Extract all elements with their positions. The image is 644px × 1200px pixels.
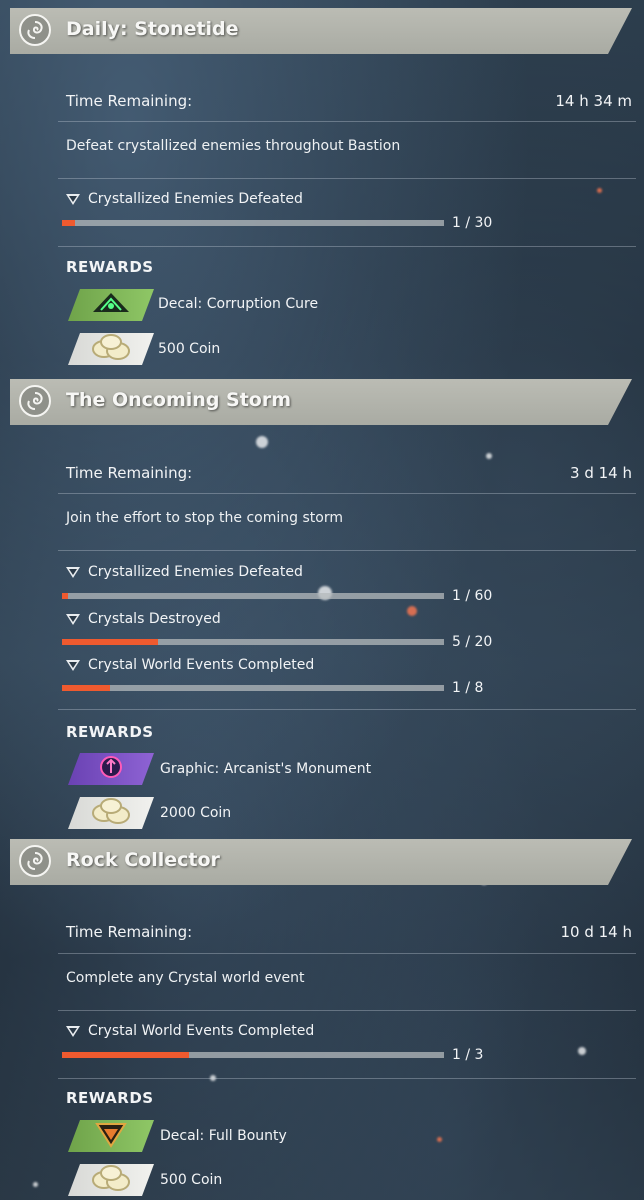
divider [58, 709, 636, 710]
progress-fill [62, 593, 69, 599]
divider [58, 246, 636, 247]
quest-title: Daily: Stonetide [66, 18, 239, 40]
quest-card-daily-stonetide: Daily: Stonetide Time Remaining: 14 h 34… [0, 0, 644, 372]
reward-label: 500 Coin [160, 1172, 223, 1188]
objective-label: Crystals Destroyed [66, 611, 221, 627]
objective-text: Crystals Destroyed [88, 611, 221, 627]
quest-title: Rock Collector [66, 849, 220, 871]
objective-label: Crystallized Enemies Defeated [66, 191, 303, 207]
divider [58, 1010, 636, 1011]
objective-progress-bar [62, 685, 444, 691]
reward-chip[interactable] [68, 797, 154, 829]
triangle-down-icon [66, 566, 80, 578]
reward-chip[interactable] [68, 753, 154, 785]
time-remaining-label: Time Remaining: [66, 923, 193, 941]
progress-fill [62, 685, 110, 691]
objective-text: Crystal World Events Completed [88, 1023, 315, 1039]
objective-label: Crystallized Enemies Defeated [66, 564, 303, 580]
progress-fill [62, 639, 158, 645]
swirl-icon [19, 845, 51, 877]
time-remaining-value: 10 d 14 h [560, 923, 632, 941]
triangle-down-icon [66, 659, 80, 671]
reward-label: Decal: Corruption Cure [158, 296, 319, 312]
decal-full-bounty-icon [91, 1120, 131, 1152]
objective-label: Crystal World Events Completed [66, 1023, 314, 1039]
quest-description: Join the effort to stop the coming storm [66, 510, 343, 526]
time-remaining-value: 3 d 14 h [570, 464, 632, 482]
objective-text: Crystallized Enemies Defeated [88, 564, 303, 580]
quest-description: Complete any Crystal world event [66, 970, 305, 986]
objective-count: 1 / 60 [452, 588, 493, 604]
objective-progress-bar [62, 593, 444, 599]
quest-title-banner[interactable]: Daily: Stonetide [10, 8, 632, 54]
time-remaining-label: Time Remaining: [66, 464, 193, 482]
reward-chip[interactable] [68, 289, 154, 321]
reward-label: Graphic: Arcanist's Monument [160, 761, 372, 777]
rewards-heading: REWARDS [66, 1089, 154, 1107]
triangle-down-icon [66, 193, 80, 205]
objective-text: Crystal World Events Completed [88, 657, 315, 673]
progress-fill [62, 1052, 190, 1058]
quest-card-rock-collector: Rock Collector Time Remaining: 10 d 14 h… [0, 834, 644, 1200]
objective-count: 1 / 30 [452, 215, 493, 231]
rewards-heading: REWARDS [66, 723, 154, 741]
divider [58, 953, 636, 954]
divider [58, 550, 636, 551]
time-remaining-value: 14 h 34 m [555, 92, 632, 110]
divider [58, 493, 636, 494]
reward-label: Decal: Full Bounty [160, 1128, 287, 1144]
reward-chip[interactable] [68, 333, 154, 365]
objective-progress-bar [62, 639, 444, 645]
reward-chip[interactable] [68, 1164, 154, 1196]
divider [58, 1078, 636, 1079]
quest-card-oncoming-storm: The Oncoming Storm Time Remaining: 3 d 1… [0, 372, 644, 834]
time-remaining-label: Time Remaining: [66, 92, 193, 110]
objective-count: 5 / 20 [452, 634, 493, 650]
divider [58, 178, 636, 179]
objective-progress-bar [62, 1052, 444, 1058]
quest-title-banner[interactable]: The Oncoming Storm [10, 379, 632, 425]
objective-label: Crystal World Events Completed [66, 657, 314, 673]
quest-title-banner[interactable]: Rock Collector [10, 839, 632, 885]
coins-icon [88, 333, 134, 365]
objective-progress-bar [62, 220, 444, 226]
swirl-icon [19, 14, 51, 46]
reward-label: 2000 Coin [160, 805, 232, 821]
objective-count: 1 / 3 [452, 1047, 484, 1063]
swirl-icon [19, 385, 51, 417]
coins-icon [88, 797, 134, 829]
reward-label: 500 Coin [158, 341, 221, 357]
triangle-down-icon [66, 1025, 80, 1037]
reward-chip[interactable] [68, 1120, 154, 1152]
coins-icon [88, 1164, 134, 1196]
quest-title: The Oncoming Storm [66, 389, 292, 411]
quest-description: Defeat crystallized enemies throughout B… [66, 138, 401, 154]
progress-fill [62, 220, 75, 226]
divider [58, 121, 636, 122]
objective-text: Crystallized Enemies Defeated [88, 191, 303, 207]
decal-corruption-cure-icon [89, 290, 133, 320]
objective-count: 1 / 8 [452, 680, 484, 696]
graphic-arcanist-monument-icon [96, 754, 126, 784]
triangle-down-icon [66, 613, 80, 625]
rewards-heading: REWARDS [66, 258, 154, 276]
